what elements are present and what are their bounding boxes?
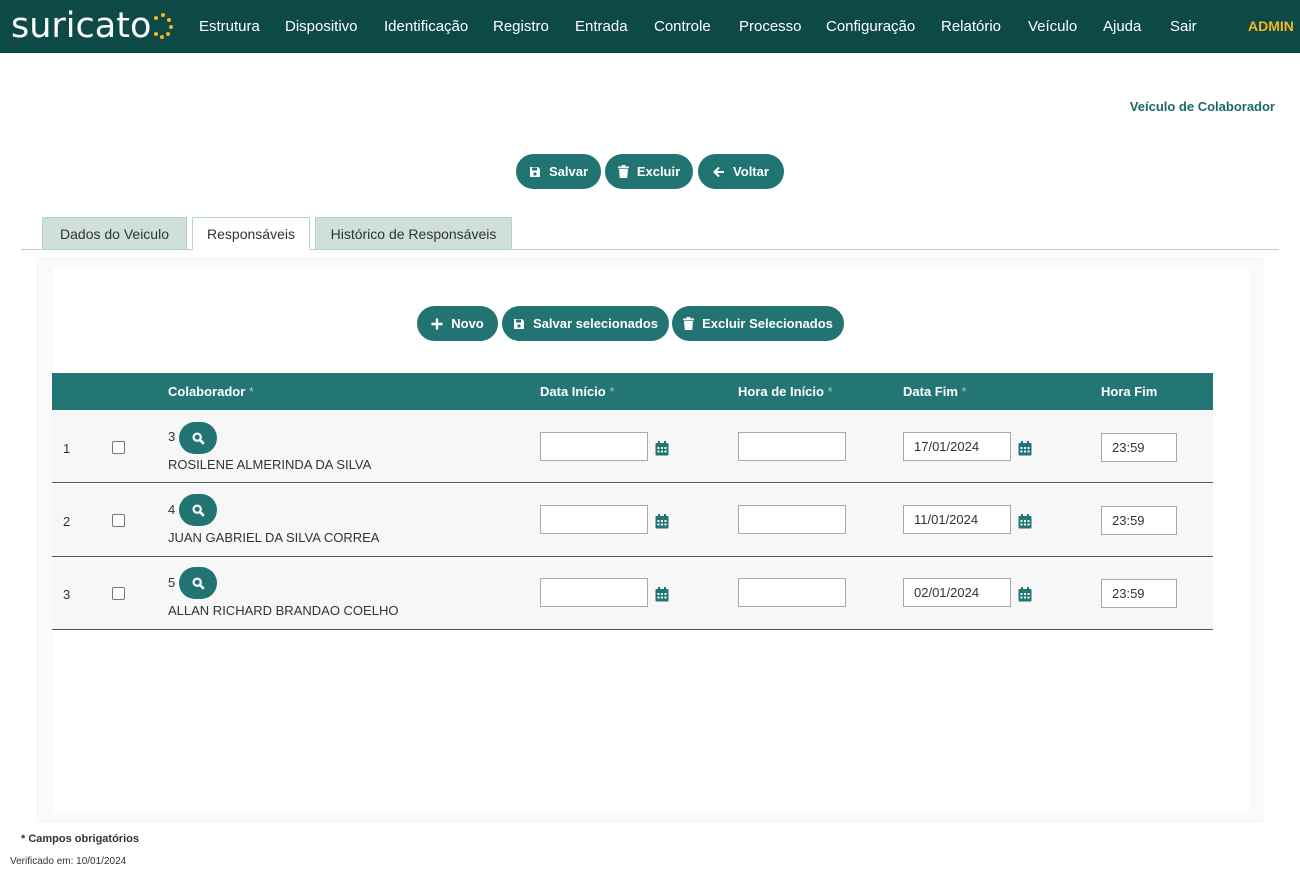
save-button[interactable]: Salvar [516,154,601,189]
nav-item-relatorio[interactable]: Relatório [941,18,1001,35]
row-checkbox[interactable] [112,514,125,527]
user-label[interactable]: ADMIN [1248,18,1294,34]
nav-item-registro[interactable]: Registro [493,18,549,35]
top-navbar: suricato Estrutura Dispositivo Identific… [0,0,1300,53]
nav-item-ajuda[interactable]: Ajuda [1103,18,1141,35]
hora-fim-input[interactable]: 23:59 [1101,433,1177,462]
data-inicio-input[interactable] [540,432,648,461]
nav-item-dispositivo[interactable]: Dispositivo [285,18,358,35]
trash-icon [683,317,695,330]
delete-label: Excluir [636,164,681,179]
header-data-fim-label: Data Fim [903,384,958,399]
search-colaborador-button[interactable] [179,567,217,599]
required-mark: * [609,384,615,399]
calendar-icon[interactable] [1018,514,1032,529]
data-fim-input[interactable]: 17/01/2024 [903,432,1011,461]
search-colaborador-button[interactable] [179,494,217,526]
logo-dots-icon [152,11,174,41]
header-data-inicio-label: Data Início [540,384,606,399]
colaborador-name: JUAN GABRIEL DA SILVA CORREA [168,530,380,545]
calendar-icon[interactable] [1018,441,1032,456]
required-mark: * [961,384,967,399]
nav-item-sair[interactable]: Sair [1170,18,1197,35]
trash-icon [617,165,629,178]
hora-fim-input[interactable]: 23:59 [1101,506,1177,535]
header-data-inicio[interactable]: Data Início * [540,384,614,399]
save-selected-button[interactable]: Salvar selecionados [502,306,669,341]
required-mark: * [248,384,254,399]
data-inicio-input[interactable] [540,505,648,534]
colaborador-code: 3 [168,429,176,444]
plus-icon [431,318,443,329]
row-checkbox[interactable] [112,441,125,454]
save-icon [513,318,524,329]
page-title: Veículo de Colaborador [1129,99,1275,114]
delete-selected-label: Excluir Selecionados [702,316,833,331]
search-colaborador-button[interactable] [179,422,217,454]
tab-historico-de-responsaveis[interactable]: Histórico de Responsáveis [315,217,512,250]
delete-selected-button[interactable]: Excluir Selecionados [672,306,844,341]
table-header: Colaborador * Data Início * Hora de Iníc… [52,373,1213,410]
data-fim-input[interactable]: 11/01/2024 [903,505,1011,534]
table-row: 3 5 ALLAN RICHARD BRANDAO COELHO 02/01/2… [52,557,1213,630]
delete-button[interactable]: Excluir [605,154,693,189]
calendar-icon[interactable] [655,514,669,529]
row-index: 2 [63,514,71,529]
hora-inicio-input[interactable] [738,578,846,607]
colaborador-code: 4 [168,502,176,517]
required-mark: * [827,384,833,399]
header-data-fim[interactable]: Data Fim * [903,384,967,399]
tab-responsaveis[interactable]: Responsáveis [192,217,310,250]
hora-inicio-input[interactable] [738,432,846,461]
calendar-icon[interactable] [655,441,669,456]
save-icon [529,166,540,177]
header-colaborador[interactable]: Colaborador * [168,384,254,399]
nav-item-identificacao[interactable]: Identificação [384,18,468,35]
header-hora-inicio-label: Hora de Início [738,384,824,399]
colaborador-code: 5 [168,575,176,590]
table-row: 1 3 ROSILENE ALMERINDA DA SILVA 17/01/20… [52,410,1213,483]
row-checkbox[interactable] [112,587,125,600]
hora-inicio-input[interactable] [738,505,846,534]
data-inicio-input[interactable] [540,578,648,607]
logo-text: suricato [11,5,152,46]
row-index: 3 [63,587,71,602]
table-row: 2 4 JUAN GABRIEL DA SILVA CORREA 11/01/2… [52,484,1213,557]
nav-item-estrutura[interactable]: Estrutura [199,18,260,35]
nav-item-controle[interactable]: Controle [654,18,711,35]
search-icon [191,431,205,445]
nav-item-configuracao[interactable]: Configuração [826,18,915,35]
hora-fim-input[interactable]: 23:59 [1101,579,1177,608]
header-colaborador-label: Colaborador [168,384,246,399]
search-icon [191,576,205,590]
data-fim-input[interactable]: 02/01/2024 [903,578,1011,607]
calendar-icon[interactable] [1018,587,1032,602]
arrow-left-icon [713,166,725,177]
nav-item-veiculo[interactable]: Veículo [1028,18,1077,35]
nav-item-entrada[interactable]: Entrada [575,18,628,35]
back-button[interactable]: Voltar [698,154,784,189]
save-label: Salvar [548,164,589,179]
colaborador-name: ROSILENE ALMERINDA DA SILVA [168,457,372,472]
header-hora-fim[interactable]: Hora Fim [1101,384,1157,399]
header-hora-inicio[interactable]: Hora de Início * [738,384,833,399]
row-index: 1 [63,441,71,456]
calendar-icon[interactable] [655,587,669,602]
new-button[interactable]: Novo [417,306,498,341]
new-label: Novo [451,316,484,331]
back-label: Voltar [733,164,769,179]
required-fields-note: * Campos obrigatórios [21,833,139,845]
suricato-logo[interactable]: suricato [11,4,174,48]
tab-dados-do-veiculo[interactable]: Dados do Veiculo [42,217,187,250]
search-icon [191,503,205,517]
colaborador-name: ALLAN RICHARD BRANDAO COELHO [168,603,399,618]
save-selected-label: Salvar selecionados [532,316,658,331]
nav-item-processo[interactable]: Processo [739,18,802,35]
verified-date: Verificado em: 10/01/2024 [10,856,127,867]
